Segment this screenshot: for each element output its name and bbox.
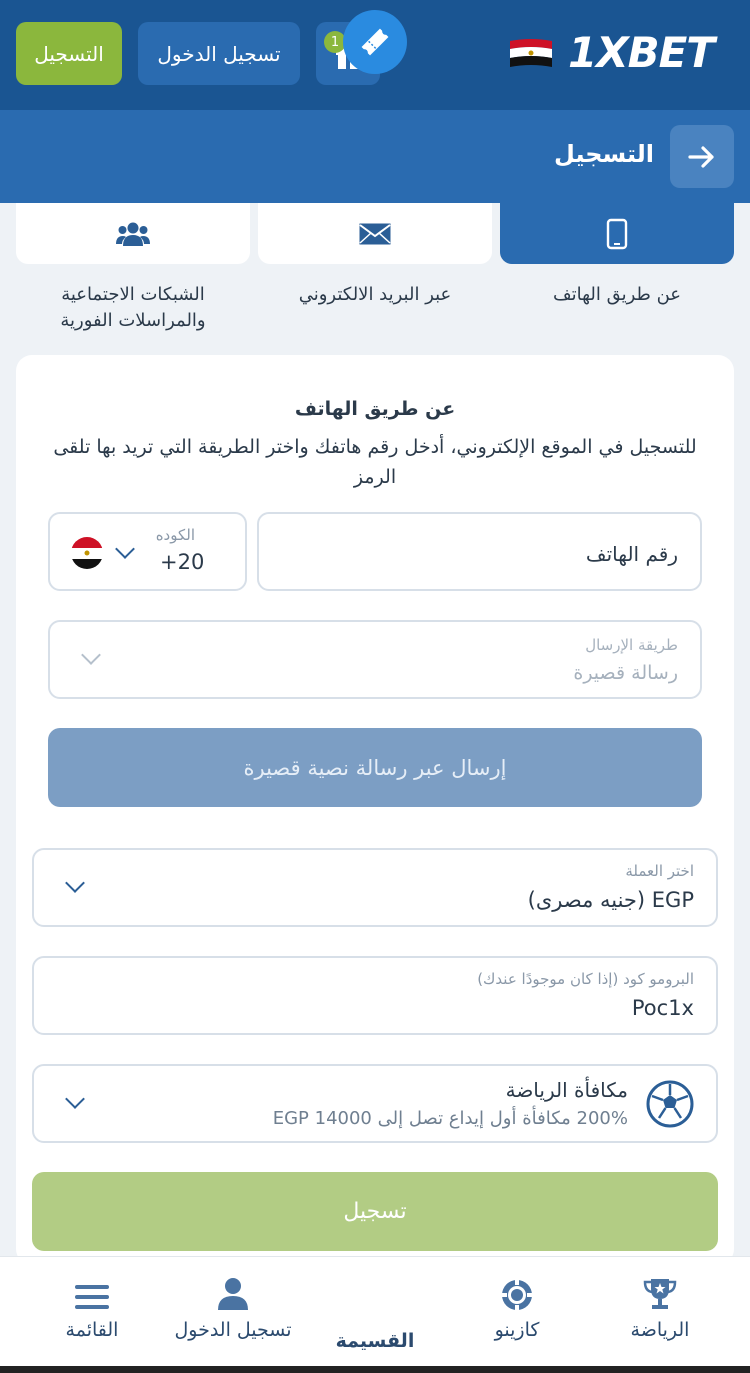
nav-coupon-button[interactable]: [343, 10, 407, 74]
trophy-icon: [643, 1279, 677, 1309]
tab-social-label-line2: والمراسلات الفورية: [60, 310, 206, 331]
login-button[interactable]: تسجيل الدخول: [138, 22, 300, 85]
currency-label: اختر العملة: [625, 862, 694, 880]
send-method-label: طريقة الإرسال: [585, 636, 678, 654]
currency-value: EGP (جنيه مصرى): [527, 888, 694, 912]
phone-icon: [606, 218, 628, 249]
chevron-down-icon: [81, 645, 101, 665]
tab-phone-label[interactable]: عن طريق الهاتف: [500, 282, 734, 308]
egypt-flag-icon: [71, 537, 103, 569]
users-icon: [116, 222, 150, 246]
nav-coupon-label[interactable]: القسيمة: [0, 1330, 750, 1352]
bonus-select[interactable]: مكافأة الرياضة 200% مكافأة أول إيداع تصل…: [32, 1064, 718, 1143]
arrow-right-icon: [688, 145, 714, 168]
back-button[interactable]: [670, 125, 734, 188]
page-header: التسجيل: [0, 110, 750, 203]
casino-chip-icon: [502, 1280, 532, 1310]
bonus-description: 200% مكافأة أول إيداع تصل إلى 14000 EGP: [272, 1108, 628, 1129]
send-method-value: رسالة قصيرة: [573, 662, 678, 684]
screen-bottom-edge: [0, 1366, 750, 1373]
soccer-ball-icon: [646, 1080, 694, 1128]
ticket-icon: [361, 28, 389, 56]
tab-email-label[interactable]: عبر البريد الالكتروني: [258, 282, 492, 308]
currency-select[interactable]: اختر العملة EGP (جنيه مصرى): [32, 848, 718, 927]
egypt-flag-icon[interactable]: [508, 37, 554, 70]
phone-placeholder: رقم الهاتف: [585, 542, 678, 566]
phone-input[interactable]: رقم الهاتف: [257, 512, 702, 591]
code-value: +20: [160, 550, 205, 574]
form-title: عن طريق الهاتف: [294, 398, 456, 420]
brand-logo[interactable]: 1XBET: [568, 28, 715, 77]
submit-register-button[interactable]: تسجيل: [32, 1172, 718, 1251]
tab-social[interactable]: [16, 203, 250, 264]
chevron-down-icon: [65, 873, 85, 893]
tab-email[interactable]: [258, 203, 492, 264]
country-code-select[interactable]: الكوده +20: [48, 512, 247, 591]
mail-icon: [359, 223, 391, 244]
chevron-down-icon: [115, 539, 135, 559]
form-description: للتسجيل في الموقع الإلكتروني، أدخل رقم ه…: [53, 436, 697, 488]
tab-social-label-line1: الشبكات الاجتماعية: [61, 284, 205, 305]
bonus-title: مكافأة الرياضة: [505, 1078, 628, 1102]
page-title: التسجيل: [554, 140, 654, 168]
promo-value: Poc1x: [631, 996, 694, 1020]
menu-icon: [75, 1285, 109, 1309]
promo-code-input[interactable]: البرومو كود (إذا كان موجودًا عندك) Poc1x: [32, 956, 718, 1035]
code-label: الكوده: [155, 526, 195, 544]
promo-label: البرومو كود (إذا كان موجودًا عندك): [477, 970, 694, 988]
tab-phone[interactable]: [500, 203, 734, 264]
user-icon: [218, 1278, 248, 1310]
tab-social-label[interactable]: الشبكات الاجتماعية والمراسلات الفورية: [16, 282, 250, 334]
chevron-down-icon: [65, 1089, 85, 1109]
send-method-select[interactable]: طريقة الإرسال رسالة قصيرة: [48, 620, 702, 699]
send-sms-button[interactable]: إرسال عبر رسالة نصية قصيرة: [48, 728, 702, 807]
register-button[interactable]: التسجيل: [16, 22, 122, 85]
